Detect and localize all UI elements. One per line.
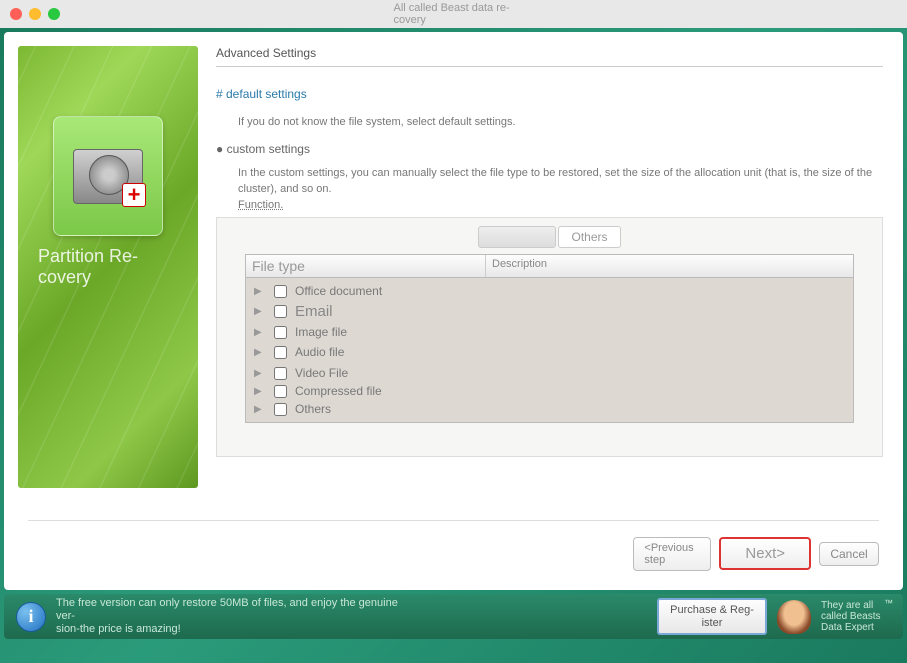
file-type-row[interactable]: ▶ Video File bbox=[246, 361, 853, 382]
wizard-buttons: <Previous step Next> Cancel bbox=[633, 537, 879, 571]
custom-settings-option[interactable]: ● custom settings bbox=[216, 142, 883, 156]
col-description: Description bbox=[486, 255, 853, 277]
file-type-label: Image file bbox=[295, 325, 347, 339]
file-type-row[interactable]: ▶ Others bbox=[246, 400, 853, 418]
default-settings-link[interactable]: # default settings bbox=[216, 87, 883, 101]
file-type-checkbox[interactable] bbox=[274, 326, 287, 339]
slogan-text: They are all called Beasts Data Expert bbox=[821, 600, 891, 633]
info-icon: i bbox=[16, 602, 46, 632]
expand-icon[interactable]: ▶ bbox=[254, 327, 266, 338]
maximize-window-button[interactable] bbox=[48, 8, 60, 20]
trademark: ™ bbox=[884, 598, 893, 608]
expand-icon[interactable]: ▶ bbox=[254, 386, 266, 397]
previous-button[interactable]: <Previous step bbox=[633, 537, 711, 571]
main-panel: Partition Re- covery Advanced Settings #… bbox=[4, 32, 903, 590]
footer-message: The free version can only restore 50MB o… bbox=[56, 597, 406, 637]
file-type-label: Email bbox=[295, 303, 333, 320]
file-type-checkbox[interactable] bbox=[274, 285, 287, 298]
tab-others[interactable]: Others bbox=[558, 226, 620, 248]
file-type-label: Audio file bbox=[295, 345, 344, 359]
file-type-checkbox[interactable] bbox=[274, 367, 287, 380]
file-type-row[interactable]: ▶ Office document bbox=[246, 282, 853, 300]
expand-icon[interactable]: ▶ bbox=[254, 368, 266, 379]
col-file-type: File type bbox=[246, 255, 486, 277]
window-title: All called Beast data re- covery bbox=[394, 2, 514, 26]
file-type-list: ▶ Office document ▶ Email ▶ Image file bbox=[245, 278, 854, 423]
recovery-badge-icon bbox=[122, 183, 146, 207]
mascot-icon bbox=[777, 600, 811, 634]
footer-bar: i The free version can only restore 50MB… bbox=[4, 594, 903, 639]
file-type-label: Video File bbox=[295, 366, 348, 380]
file-type-row[interactable]: ▶ Email bbox=[246, 300, 853, 323]
content-area: Advanced Settings # default settings If … bbox=[210, 46, 889, 576]
file-type-row[interactable]: ▶ Audio file bbox=[246, 341, 853, 361]
file-type-label: Compressed file bbox=[295, 384, 382, 398]
sidebar-title: Partition Re- covery bbox=[38, 246, 178, 288]
custom-settings-desc: In the custom settings, you can manually… bbox=[238, 166, 883, 197]
next-button[interactable]: Next> bbox=[719, 537, 811, 570]
file-type-checkbox[interactable] bbox=[274, 305, 287, 318]
sidebar: Partition Re- covery bbox=[18, 46, 198, 488]
function-link[interactable]: Function. bbox=[238, 199, 883, 211]
file-type-row[interactable]: ▶ Image file bbox=[246, 323, 853, 341]
file-type-label: Office document bbox=[295, 284, 382, 298]
file-type-panel: Others File type Description ▶ Office do… bbox=[216, 217, 883, 457]
expand-icon[interactable]: ▶ bbox=[254, 404, 266, 415]
cancel-button[interactable]: Cancel bbox=[819, 542, 879, 566]
minimize-window-button[interactable] bbox=[29, 8, 41, 20]
divider bbox=[28, 520, 879, 521]
partition-recovery-icon bbox=[53, 116, 163, 236]
tab-default[interactable] bbox=[478, 226, 556, 248]
file-type-label: Others bbox=[295, 402, 331, 416]
file-type-checkbox[interactable] bbox=[274, 385, 287, 398]
expand-icon[interactable]: ▶ bbox=[254, 306, 266, 317]
titlebar: All called Beast data re- covery bbox=[0, 0, 907, 28]
grid-header: File type Description bbox=[245, 254, 854, 278]
file-type-row[interactable]: ▶ Compressed file bbox=[246, 382, 853, 400]
expand-icon[interactable]: ▶ bbox=[254, 347, 266, 358]
expand-icon[interactable]: ▶ bbox=[254, 286, 266, 297]
section-heading: Advanced Settings bbox=[216, 46, 883, 67]
close-window-button[interactable] bbox=[10, 8, 22, 20]
file-type-checkbox[interactable] bbox=[274, 403, 287, 416]
default-settings-desc: If you do not know the file system, sele… bbox=[238, 115, 883, 130]
file-type-checkbox[interactable] bbox=[274, 346, 287, 359]
purchase-register-button[interactable]: Purchase & Reg- ister bbox=[657, 598, 767, 634]
